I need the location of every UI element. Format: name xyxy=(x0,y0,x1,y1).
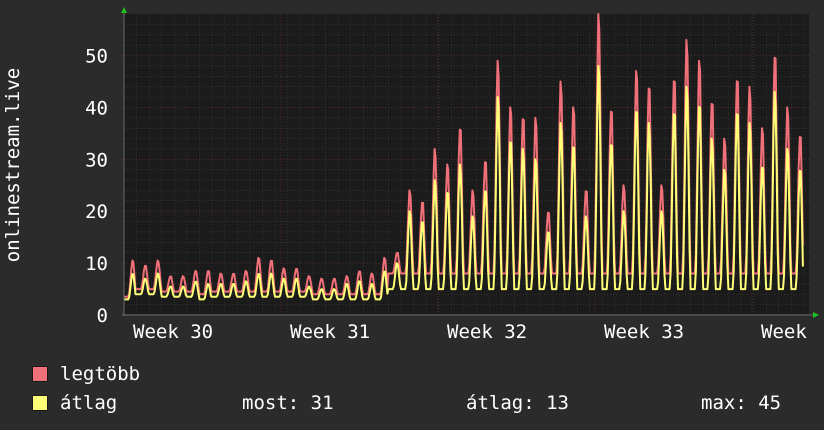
x-tick-label: Week 30 xyxy=(133,321,213,343)
legend-swatch-max xyxy=(32,366,48,382)
y-axis-arrow xyxy=(121,7,127,13)
y-tick-label: 10 xyxy=(85,253,108,275)
y-tick-label: 40 xyxy=(85,97,108,119)
y-tick-label: 50 xyxy=(85,46,108,68)
legend-label-avg: átlag xyxy=(60,392,118,414)
stat-average: átlag: 13 xyxy=(466,392,569,414)
plot-background xyxy=(124,14,809,314)
y-tick-label: 30 xyxy=(85,149,108,171)
x-tick-label: Week 33 xyxy=(604,321,684,343)
y-axis-title: onlinestream.live xyxy=(2,68,24,262)
x-tick-label: Week 32 xyxy=(447,321,527,343)
legend-item-avg: átlag xyxy=(32,392,117,414)
y-tick-label: 0 xyxy=(97,305,108,327)
legend-label-max: legtöbb xyxy=(60,363,141,385)
legend-swatch-avg xyxy=(32,395,48,411)
x-tick-label: Week xyxy=(761,321,807,343)
x-axis-arrow xyxy=(813,312,819,318)
stat-now: most: 31 xyxy=(242,392,334,414)
y-tick-label: 20 xyxy=(85,201,108,223)
stat-max: max: 45 xyxy=(701,392,782,414)
chart: 0 10 20 30 40 50 Week 30 Week 31 Week 32 Week 33 W… xyxy=(2,7,819,343)
legend-item-max: legtöbb xyxy=(32,363,140,385)
x-tick-label: Week 31 xyxy=(290,321,370,343)
